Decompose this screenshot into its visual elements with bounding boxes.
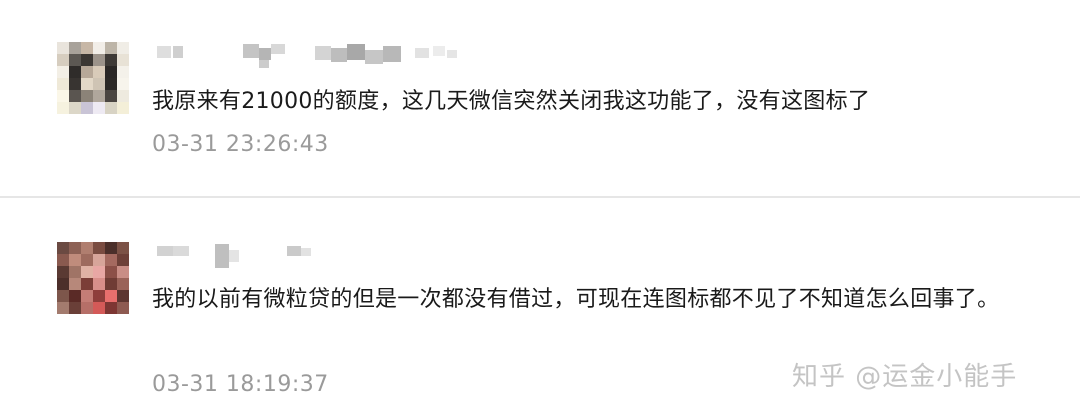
comment-timestamp: 03-31 18:19:37 — [152, 372, 329, 397]
avatar[interactable] — [57, 42, 129, 114]
username-pixelated[interactable] — [155, 244, 555, 268]
comment-item: 我原来有21000的额度，这几天微信突然关闭我这功能了，没有这图标了 03-31… — [0, 0, 1080, 196]
comment-timestamp: 03-31 23:26:43 — [152, 132, 329, 157]
username-pixelated[interactable] — [155, 44, 555, 68]
watermark: 知乎 @运金小能手 — [792, 362, 1018, 392]
comment-text: 我原来有21000的额度，这几天微信突然关闭我这功能了，没有这图标了 — [152, 89, 871, 114]
comment-text: 我的以前有微粒贷的但是一次都没有借过，可现在连图标都不见了不知道怎么回事了。 — [152, 287, 1000, 312]
divider — [0, 196, 1080, 198]
avatar[interactable] — [57, 242, 129, 314]
